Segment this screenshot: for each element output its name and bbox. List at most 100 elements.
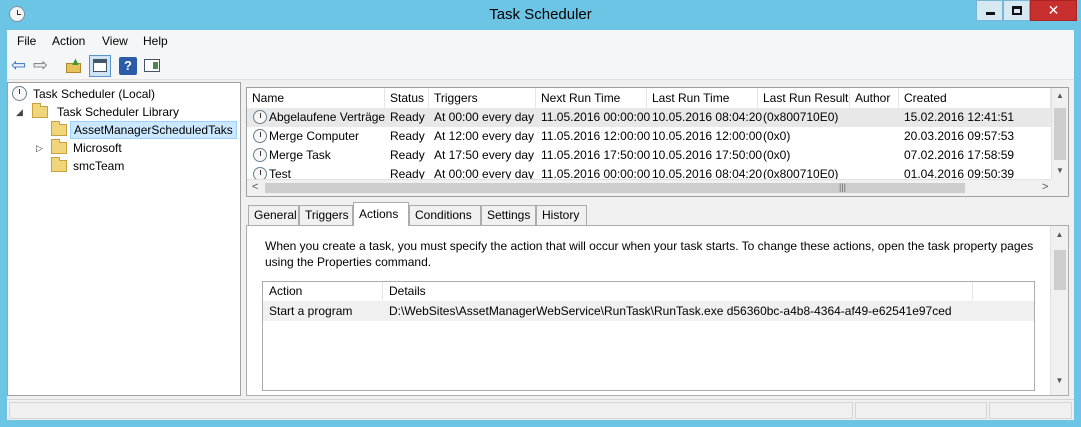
folder-icon (51, 157, 67, 172)
tree-item-smcteam[interactable]: smcTeam (51, 157, 127, 175)
tab-settings[interactable]: Settings (481, 205, 536, 226)
show-hide-console-tree-icon[interactable] (89, 55, 111, 77)
task-list[interactable]: Name Status Triggers Next Run Time Last … (246, 87, 1069, 197)
task-triggers: At 17:50 every day (434, 148, 535, 162)
column-header-details[interactable]: Details (383, 282, 973, 300)
up-folder-icon[interactable]: ▲ (65, 56, 83, 75)
task-status: Ready (390, 148, 425, 162)
task-last-result: (0x0) (763, 129, 791, 143)
pane-shape (144, 59, 160, 72)
scroll-up-icon[interactable]: ▲ (1052, 91, 1068, 100)
scroll-thumb[interactable] (265, 183, 965, 193)
maximize-button[interactable] (1003, 0, 1030, 21)
column-header-name[interactable]: Name (247, 88, 385, 108)
task-created: 07.02.2016 17:58:59 (904, 148, 1015, 162)
up-arrow-glyph: ▲ (70, 56, 81, 68)
tab-history[interactable]: History (536, 205, 587, 226)
maximize-icon (1012, 6, 1022, 15)
tree-item-label: Microsoft (73, 141, 122, 155)
tab-actions[interactable]: Actions (353, 202, 409, 226)
console-tree[interactable]: Task Scheduler (Local) ◢ Task Scheduler … (7, 82, 241, 396)
task-name: Merge Computer (269, 129, 360, 143)
menu-action[interactable]: Action (52, 34, 85, 48)
help-icon[interactable]: ? (119, 57, 137, 75)
task-name: Abgelaufene Verträge (269, 110, 385, 124)
scroll-up-icon[interactable]: ▲ (1051, 230, 1068, 239)
menu-help[interactable]: Help (143, 34, 168, 48)
close-button[interactable]: ✕ (1030, 0, 1077, 21)
task-next-run: 11.05.2016 17:50:00 (541, 148, 651, 162)
actions-grid[interactable]: Action Details Start a program D:\WebSit… (262, 281, 1035, 391)
minimize-button[interactable] (976, 0, 1003, 21)
forward-arrow-icon[interactable]: ⇨ (33, 56, 51, 75)
close-icon: ✕ (1047, 2, 1060, 18)
tree-item-microsoft[interactable]: ▷ Microsoft (36, 139, 125, 157)
toolbar: ⇦ ⇨ ▲ ? (7, 52, 1074, 80)
column-header-next-run[interactable]: Next Run Time (536, 88, 647, 108)
action-type: Start a program (269, 304, 353, 318)
tree-item-label: Task Scheduler Library (57, 105, 180, 119)
status-bar (7, 399, 1074, 420)
menu-view[interactable]: View (102, 34, 128, 48)
column-header-author[interactable]: Author (850, 88, 899, 108)
action-row[interactable]: Start a program D:\WebSites\AssetManager… (263, 301, 1034, 321)
folder-icon (51, 121, 67, 136)
column-header-action[interactable]: Action (263, 282, 383, 300)
task-row[interactable]: Merge Computer Ready At 12:00 every day … (247, 127, 1051, 146)
scroll-thumb[interactable] (1054, 250, 1066, 290)
tree-item-library[interactable]: ◢ Task Scheduler Library (16, 103, 182, 121)
tab-triggers[interactable]: Triggers (299, 205, 353, 226)
task-clock-icon (253, 110, 267, 124)
task-next-run: 11.05.2016 00:00:00 (541, 110, 651, 124)
task-list-horizontal-scrollbar[interactable]: < ||| > (247, 179, 1053, 196)
task-status: Ready (390, 129, 425, 143)
task-created: 15.02.2016 12:41:51 (904, 110, 1015, 124)
column-header-status[interactable]: Status (385, 88, 429, 108)
task-next-run: 11.05.2016 12:00:00 (541, 129, 651, 143)
task-row[interactable]: Abgelaufene Verträge Ready At 00:00 ever… (247, 108, 1051, 127)
scroll-right-icon[interactable]: > (1042, 181, 1048, 193)
task-last-run: 10.05.2016 12:00:00 (652, 129, 763, 143)
library-folder-icon (32, 103, 48, 118)
tree-item-root[interactable]: Task Scheduler (Local) (12, 85, 158, 103)
task-list-vertical-scrollbar[interactable]: ▲ ▼ (1051, 88, 1068, 180)
scroll-thumb[interactable] (1054, 108, 1066, 160)
scroll-left-icon[interactable]: < (252, 181, 258, 193)
tab-general[interactable]: General (248, 205, 299, 226)
window-title: Task Scheduler (489, 6, 592, 23)
task-row[interactable]: Merge Task Ready At 17:50 every day 11.0… (247, 146, 1051, 165)
task-last-result: (0x0) (763, 148, 791, 162)
task-detail-pane: General Triggers Actions Conditions Sett… (246, 202, 1069, 396)
task-clock-icon (253, 129, 267, 143)
back-arrow-icon[interactable]: ⇦ (11, 56, 29, 75)
action-details: D:\WebSites\AssetManagerWebService\RunTa… (389, 304, 952, 318)
panel-vertical-scrollbar[interactable]: ▲ ▼ (1050, 226, 1068, 395)
tree-item-label: AssetManagerScheduledTaks (70, 121, 237, 139)
title-bar[interactable]: Task Scheduler ✕ (0, 0, 1081, 30)
tab-conditions[interactable]: Conditions (409, 205, 481, 226)
scroll-down-icon[interactable]: ▼ (1051, 376, 1068, 385)
column-header-last-run[interactable]: Last Run Time (647, 88, 758, 108)
column-header-triggers[interactable]: Triggers (429, 88, 536, 108)
column-header-last-result[interactable]: Last Run Result (758, 88, 850, 108)
client-area: File Action View Help ⇦ ⇨ ▲ ? Task Sched… (7, 30, 1074, 420)
task-scheduler-window: Task Scheduler ✕ File Action View Help ⇦… (0, 0, 1081, 427)
task-clock-icon (253, 148, 267, 162)
task-created: 20.03.2016 09:57:53 (904, 129, 1015, 143)
task-status: Ready (390, 110, 425, 124)
actions-description: When you create a task, you must specify… (265, 239, 1034, 269)
expanded-arrow-icon[interactable]: ◢ (16, 103, 23, 121)
tree-item-assetmanager[interactable]: AssetManagerScheduledTaks (48, 121, 237, 139)
menu-file[interactable]: File (17, 34, 36, 48)
status-pane-2 (855, 402, 987, 419)
tree-item-label: smcTeam (73, 159, 125, 173)
scroll-grip: ||| (839, 182, 847, 192)
menu-bar: File Action View Help (7, 30, 1074, 52)
task-name: Merge Task (269, 148, 331, 162)
show-hide-action-pane-icon[interactable] (143, 57, 161, 75)
column-header-created[interactable]: Created (899, 88, 1051, 108)
scroll-down-icon[interactable]: ▼ (1052, 166, 1068, 175)
status-pane-3 (989, 402, 1072, 419)
pane-shape (93, 59, 107, 72)
collapsed-arrow-icon[interactable]: ▷ (36, 139, 43, 157)
